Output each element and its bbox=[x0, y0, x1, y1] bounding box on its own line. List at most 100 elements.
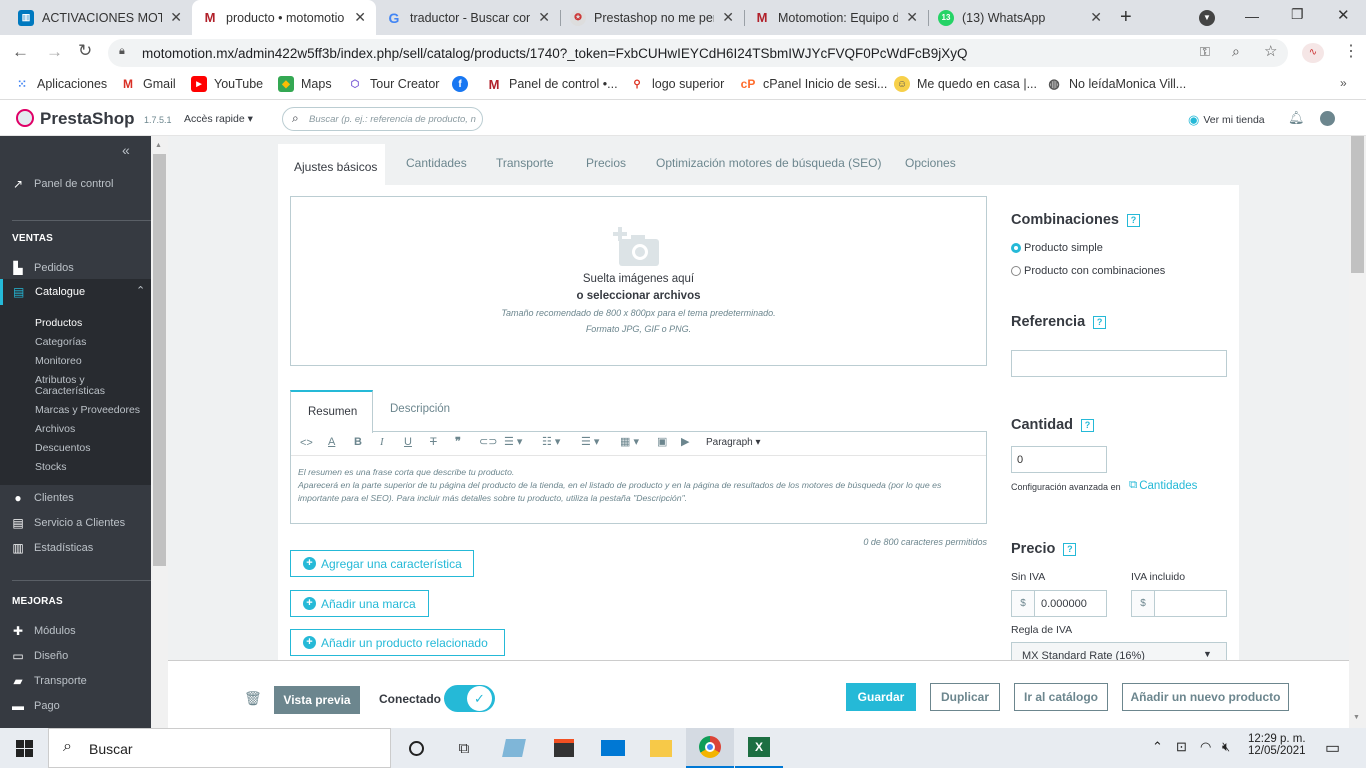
bookmark-noleida[interactable]: ◍ No leídaMonica Vill... bbox=[1046, 76, 1186, 92]
browser-tab[interactable]: 13 (13) WhatsApp ✕ bbox=[928, 0, 1112, 35]
sidebar-sub-monitoring[interactable]: Monitoreo bbox=[35, 356, 82, 367]
app-icon[interactable] bbox=[490, 728, 538, 768]
bell-icon[interactable]: 🔔︎ bbox=[1288, 110, 1305, 126]
browser-tab[interactable]: G traductor - Buscar con ✕ bbox=[376, 0, 560, 35]
online-toggle[interactable]: ✓ bbox=[444, 685, 495, 712]
tab-shipping[interactable]: Transporte bbox=[496, 156, 554, 170]
sidebar-sub-attributes[interactable]: Atributos y Características bbox=[35, 375, 117, 397]
extension-icon[interactable]: ∿ bbox=[1302, 43, 1324, 63]
sidebar-sub-discounts[interactable]: Descuentos bbox=[35, 443, 90, 454]
sidebar-item-orders[interactable]: ▙ Pedidos bbox=[0, 261, 151, 275]
sidebar-item-dashboard[interactable]: ↗ Panel de control bbox=[0, 177, 151, 191]
avatar[interactable] bbox=[1320, 111, 1335, 126]
go-to-catalog-button[interactable]: Ir al catálogo bbox=[1014, 683, 1108, 711]
summary-editor[interactable]: <> A B I U T ❞ ⊂⊃ ☰ ▾ ☷ ▾ ☰ ▾ ▦ ▾ ▣ ▶ Pa… bbox=[290, 431, 987, 524]
tab-description[interactable]: Descripción bbox=[390, 403, 450, 415]
bookmark-panel[interactable]: M Panel de control •... bbox=[486, 76, 618, 92]
sidebar-item-design[interactable]: ▭ Diseño bbox=[0, 649, 151, 663]
sidebar-item-payment[interactable]: ▬ Pago bbox=[0, 699, 151, 713]
key-icon[interactable]: ⚿ bbox=[1200, 44, 1210, 60]
add-feature-button[interactable]: + Agregar una característica bbox=[290, 550, 474, 577]
bookmark-gmail[interactable]: M Gmail bbox=[120, 76, 176, 92]
reload-icon[interactable]: ↻ bbox=[78, 41, 92, 61]
link-icon[interactable]: ⊂⊃ bbox=[479, 435, 497, 448]
underline-icon[interactable]: U bbox=[404, 436, 412, 448]
bookmark-apps[interactable]: ⁙ Aplicaciones bbox=[14, 76, 107, 92]
code-icon[interactable]: <> bbox=[300, 437, 313, 449]
strikethrough-icon[interactable]: T bbox=[430, 436, 437, 448]
sidebar-sub-files[interactable]: Archivos bbox=[35, 424, 75, 435]
restore-icon[interactable]: ❐ bbox=[1291, 6, 1304, 23]
radio-simple-product[interactable]: Producto simple bbox=[1011, 242, 1103, 254]
close-icon[interactable]: ✕ bbox=[538, 9, 550, 26]
excel-icon[interactable]: X bbox=[735, 728, 783, 768]
tray-device-icon[interactable]: ⊡ bbox=[1176, 739, 1187, 755]
bookmark-tour-creator[interactable]: ⬡ Tour Creator bbox=[347, 76, 440, 92]
close-icon[interactable]: ✕ bbox=[170, 9, 182, 26]
sidebar-item-catalog-active[interactable]: ▤ Catalogue ⌃ bbox=[0, 279, 151, 305]
star-icon[interactable]: ☆ bbox=[1264, 42, 1277, 60]
window-close-icon[interactable]: ✕ bbox=[1337, 6, 1350, 24]
save-button[interactable]: Guardar bbox=[846, 683, 916, 711]
sidebar-sub-categories[interactable]: Categorías bbox=[35, 337, 86, 348]
browser-tab[interactable]: ✪ Prestashop no me per ✕ bbox=[560, 0, 744, 35]
notification-icon[interactable]: ▭ bbox=[1325, 738, 1340, 758]
new-tab-plus-icon[interactable]: + bbox=[1120, 6, 1132, 29]
radio-combinations-product[interactable]: Producto con combinaciones bbox=[1011, 265, 1165, 277]
sidebar-item-modules[interactable]: ✚ Módulos bbox=[0, 624, 151, 638]
tray-chevron-up-icon[interactable]: ⌃ bbox=[1152, 739, 1163, 755]
image-icon[interactable]: ▣ bbox=[657, 435, 667, 448]
media-icon[interactable]: ▶ bbox=[681, 435, 689, 448]
image-dropzone[interactable]: Suelta imágenes aquí o seleccionar archi… bbox=[290, 196, 987, 366]
bold-icon[interactable]: B bbox=[354, 436, 362, 448]
help-icon[interactable]: ? bbox=[1126, 213, 1140, 227]
bookmark-mequedo[interactable]: ☺ Me quedo en casa |... bbox=[894, 76, 1037, 92]
sidebar-item-customer-service[interactable]: ▤ Servicio a Clientes bbox=[0, 516, 151, 530]
taskbar-clock[interactable]: 12:29 p. m. 12/05/2021 bbox=[1248, 733, 1306, 757]
close-icon[interactable]: ✕ bbox=[906, 9, 918, 26]
url-bar[interactable]: 🔒︎ motomotion.mx/admin422w5ff3b/index.ph… bbox=[108, 39, 1288, 67]
price-tax-excl-input[interactable]: $ 0.000000 bbox=[1011, 590, 1107, 617]
collapse-sidebar-icon[interactable]: « bbox=[122, 142, 130, 158]
back-icon[interactable]: ← bbox=[12, 42, 29, 62]
quantities-link[interactable]: ⧉ Cantidades bbox=[1129, 479, 1197, 492]
select-files-link[interactable]: o seleccionar archivos bbox=[291, 290, 986, 302]
duplicate-button[interactable]: Duplicar bbox=[930, 683, 1000, 711]
tab-pricing[interactable]: Precios bbox=[586, 156, 626, 170]
store-icon[interactable] bbox=[540, 728, 588, 768]
sidebar-item-shipping[interactable]: ▰ Transporte bbox=[0, 674, 151, 688]
taskbar-search[interactable]: ⌕ Buscar bbox=[48, 728, 391, 768]
view-store-link[interactable]: ◉ Ver mi tienda bbox=[1188, 112, 1265, 128]
zoom-icon[interactable]: ⌕ bbox=[1232, 43, 1240, 60]
sidebar-sub-brands[interactable]: Marcas y Proveedores bbox=[35, 405, 140, 416]
help-icon[interactable]: ? bbox=[1081, 418, 1095, 432]
bullet-list-icon[interactable]: ☷ ▾ bbox=[542, 435, 560, 448]
bookmark-maps[interactable]: ◆ Maps bbox=[278, 76, 332, 92]
browser-tab[interactable]: M Motomotion: Equipo d ✕ bbox=[744, 0, 928, 35]
bookmark-youtube[interactable]: ▶ YouTube bbox=[191, 76, 263, 92]
wifi-icon[interactable]: ◠ bbox=[1200, 739, 1211, 755]
add-related-product-button[interactable]: + Añadir un producto relacionado bbox=[290, 629, 505, 656]
task-view-icon[interactable]: ⧉ bbox=[440, 728, 488, 768]
help-icon[interactable]: ? bbox=[1063, 542, 1077, 556]
tab-summary[interactable]: Resumen bbox=[290, 390, 373, 433]
sidebar-item-stats[interactable]: ▥ Estadísticas bbox=[0, 541, 151, 555]
menu-dots-icon[interactable]: ⋮ bbox=[1343, 41, 1359, 61]
tab-quantities[interactable]: Cantidades bbox=[406, 156, 467, 170]
close-icon[interactable]: ✕ bbox=[722, 9, 734, 26]
bookmark-cpanel[interactable]: cP cPanel Inicio de sesi... bbox=[740, 76, 888, 92]
align-icon[interactable]: ☰ ▾ bbox=[504, 435, 522, 448]
close-icon[interactable]: ✕ bbox=[1090, 9, 1102, 26]
reference-input[interactable] bbox=[1011, 350, 1227, 377]
add-brand-button[interactable]: + Añadir una marca bbox=[290, 590, 429, 617]
trash-icon[interactable]: 🗑︎ bbox=[244, 690, 262, 707]
minimize-icon[interactable]: — bbox=[1245, 8, 1259, 24]
tax-rule-select[interactable]: MX Standard Rate (16%) ▼ bbox=[1011, 642, 1227, 660]
sidebar-sub-stocks[interactable]: Stocks bbox=[35, 462, 67, 473]
preview-button[interactable]: Vista previa bbox=[274, 686, 360, 714]
italic-icon[interactable]: I bbox=[380, 436, 384, 448]
tab-basic-settings[interactable]: Ajustes básicos bbox=[278, 144, 385, 185]
mail-icon[interactable] bbox=[589, 728, 637, 768]
tab-seo[interactable]: Optimización motores de búsqueda (SEO) bbox=[656, 156, 881, 170]
sidebar-item-customers[interactable]: ● Clientes bbox=[0, 491, 151, 505]
